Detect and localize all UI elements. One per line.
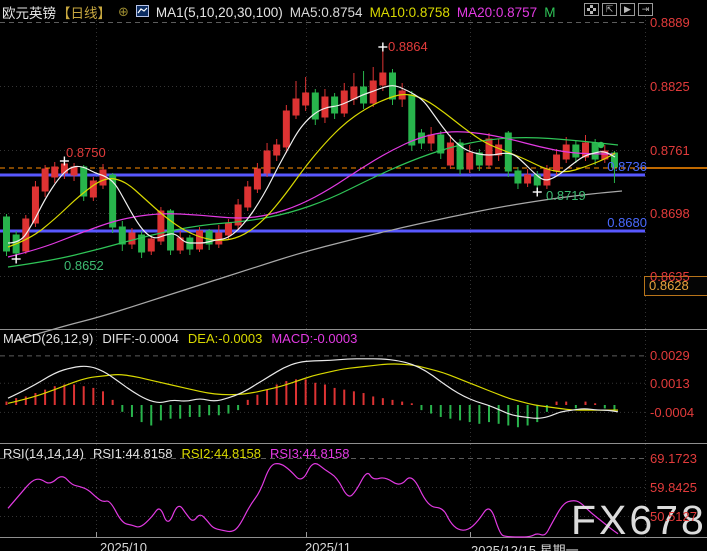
axis-tick-label: 0.8635 (650, 269, 690, 284)
axis-tick-label: 0.8761 (650, 143, 690, 158)
chart-toolbar: ⇱ ▶ ⇥ (584, 3, 653, 16)
axis-tick-label: 50.5127 (650, 509, 697, 524)
rsi-header: RSI(14,14,14) RSI1:44.8158 RSI2:44.8158 … (3, 446, 349, 461)
rsi2-value: RSI2:44.8158 (181, 446, 261, 461)
axis-tick-label: 0.8889 (650, 15, 690, 30)
axis-tick-label: 0.8825 (650, 79, 690, 94)
swing-marker-label: 0.8652 (64, 258, 104, 273)
macd-title: MACD(26,12,9) (3, 331, 93, 346)
time-axis-label: 2025/10 (100, 540, 147, 551)
swing-marker-label: 0.8864 (388, 39, 428, 54)
axis-tick-label: 0.0013 (650, 376, 690, 391)
time-axis-label: 2025/12/15 星期一 (471, 540, 579, 551)
swing-marker-label: 0.8750 (66, 145, 106, 160)
macd-header: MACD(26,12,9) DIFF:-0.0004 DEA:-0.0003 M… (3, 331, 357, 346)
macd-dea-value: DEA:-0.0003 (188, 331, 262, 346)
symbol-name: 欧元英镑 (2, 2, 56, 22)
title-bar: 欧元英镑【日线】 ⊕ MA1(5,10,20,30,100) MA5:0.875… (2, 2, 555, 22)
swing-marker-label: 0.8719 (546, 188, 586, 203)
rsi-title: RSI(14,14,14) (3, 446, 84, 461)
axis-tick-label: -0.0004 (650, 405, 694, 420)
autoplay-icon[interactable]: ▶ (620, 3, 635, 16)
axis-tick-label: 0.8698 (650, 206, 690, 221)
ma5-value: MA5:0.8754 (290, 5, 363, 20)
period-label[interactable]: 【日线】 (57, 2, 111, 22)
ma30-value-truncated: M (544, 5, 555, 20)
chart-window: 欧元英镑【日线】 ⊕ MA1(5,10,20,30,100) MA5:0.875… (0, 0, 707, 551)
macd-diff-value: DIFF:-0.0004 (102, 331, 179, 346)
mini-chart-icon[interactable] (136, 5, 149, 20)
axis-tick-label: 69.1723 (650, 451, 697, 466)
chart-canvas[interactable] (0, 0, 707, 551)
pan-icon[interactable] (584, 3, 599, 16)
time-axis-label: 2025/11 (305, 540, 351, 551)
rsi1-value: RSI1:44.8158 (93, 446, 173, 461)
resistance-level-label: 0.8736 (602, 159, 647, 174)
ma-settings-label: MA1(5,10,20,30,100) (156, 5, 283, 20)
axis-tick-label: 0.0029 (650, 348, 690, 363)
zoom-axis-icon[interactable]: ⇱ (602, 3, 617, 16)
axis-tick-label: 59.8425 (650, 480, 697, 495)
support-level-label: 0.8680 (602, 215, 647, 230)
rsi3-value: RSI3:44.8158 (270, 446, 350, 461)
ma10-value: MA10:0.8758 (370, 5, 450, 20)
macd-macd-value: MACD:-0.0003 (271, 331, 357, 346)
ma20-value: MA20:0.8757 (457, 5, 537, 20)
circle-plus-icon[interactable]: ⊕ (118, 4, 129, 20)
